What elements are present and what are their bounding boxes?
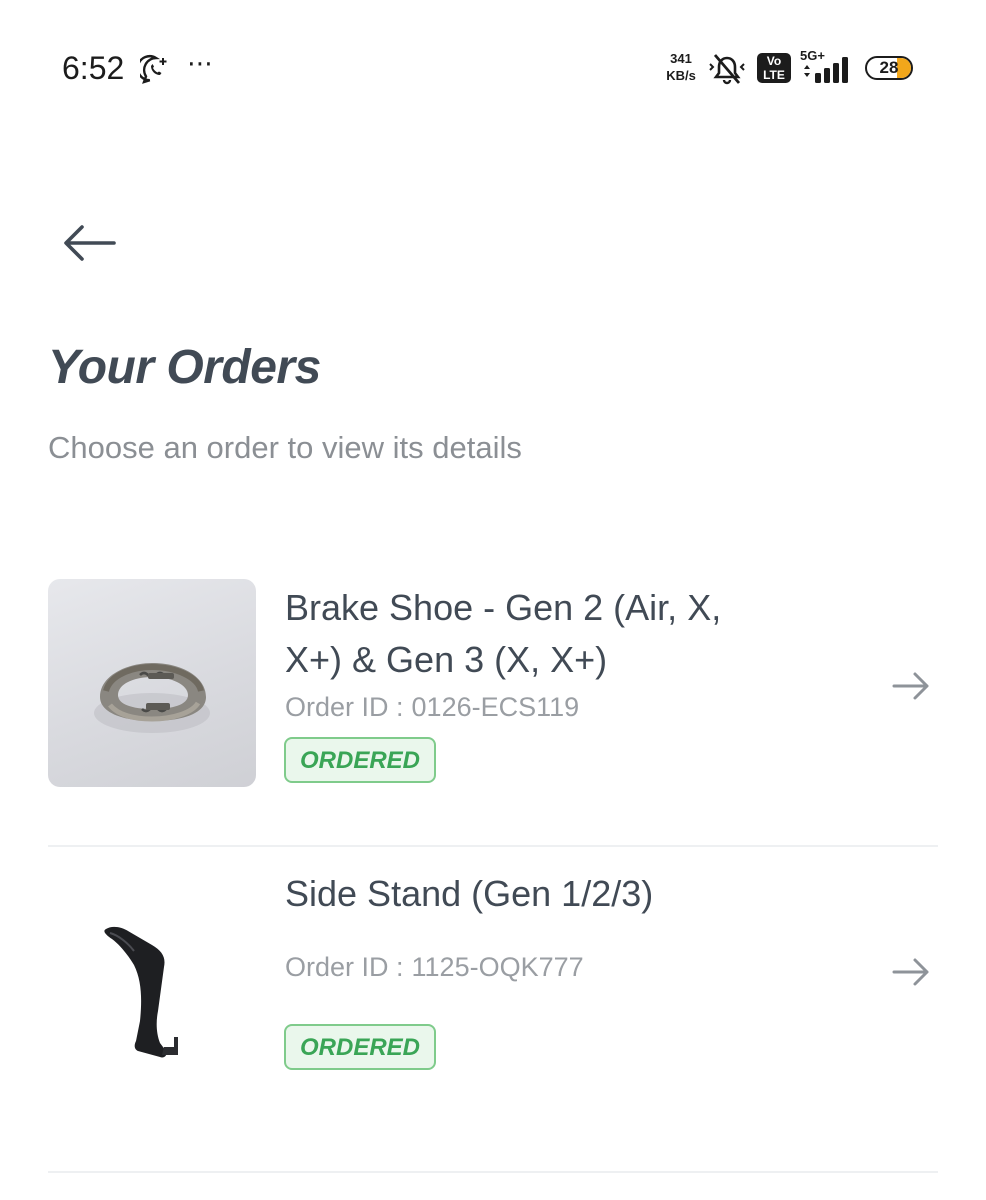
arrow-right-icon[interactable] (891, 669, 931, 708)
volte-badge: Vo LTE (757, 53, 791, 83)
order-id: Order ID :1125-OQK777 (285, 952, 584, 983)
status-badge: ORDERED (284, 737, 437, 783)
page-subtitle: Choose an order to view its details (48, 430, 522, 465)
order-id-value: 1125-OQK777 (411, 952, 584, 982)
network-speed-value: 341 (670, 51, 692, 66)
volte-bottom: LTE (763, 68, 785, 82)
order-list: Brake Shoe - Gen 2 (Air, X, X+) & Gen 3 … (48, 560, 938, 1173)
mute-icon (707, 52, 747, 91)
item-name: Brake Shoe - Gen 2 (Air, X, X+) & Gen 3 … (285, 587, 722, 680)
network-speed-unit: KB/s (666, 68, 696, 83)
battery-icon: 28 (865, 56, 913, 80)
side-stand-image (48, 901, 256, 1109)
order-id-value: 0126-ECS119 (411, 692, 580, 722)
more-dots-icon: ⋯ (187, 48, 214, 78)
signal-icon (800, 55, 854, 90)
order-id-label: Order ID : (285, 952, 404, 982)
arrow-right-icon[interactable] (891, 955, 931, 994)
back-button[interactable] (58, 218, 122, 268)
brake-shoe-image (48, 579, 256, 787)
whatsapp-icon (136, 54, 172, 91)
page-title: Your Orders (48, 341, 321, 394)
status-bar: 6:52 ⋯ 341 KB/s Vo LTE 5G+ 28 (0, 0, 986, 140)
network-speed: 341 KB/s (660, 50, 702, 84)
order-item[interactable]: Brake Shoe - Gen 2 (Air, X, X+) & Gen 3 … (48, 560, 938, 847)
arrow-left-icon (58, 225, 122, 272)
order-id-label: Order ID : (285, 692, 404, 722)
battery-level: 28 (879, 58, 899, 77)
item-name: Side Stand (Gen 1/2/3) (285, 873, 654, 914)
status-badge: ORDERED (284, 1024, 437, 1070)
volte-top: Vo (766, 54, 782, 68)
status-time: 6:52 (62, 50, 125, 86)
order-id: Order ID :0126-ECS119 (285, 692, 579, 723)
order-item[interactable]: Side Stand (Gen 1/2/3) Order ID :1125-OQ… (48, 847, 938, 1173)
